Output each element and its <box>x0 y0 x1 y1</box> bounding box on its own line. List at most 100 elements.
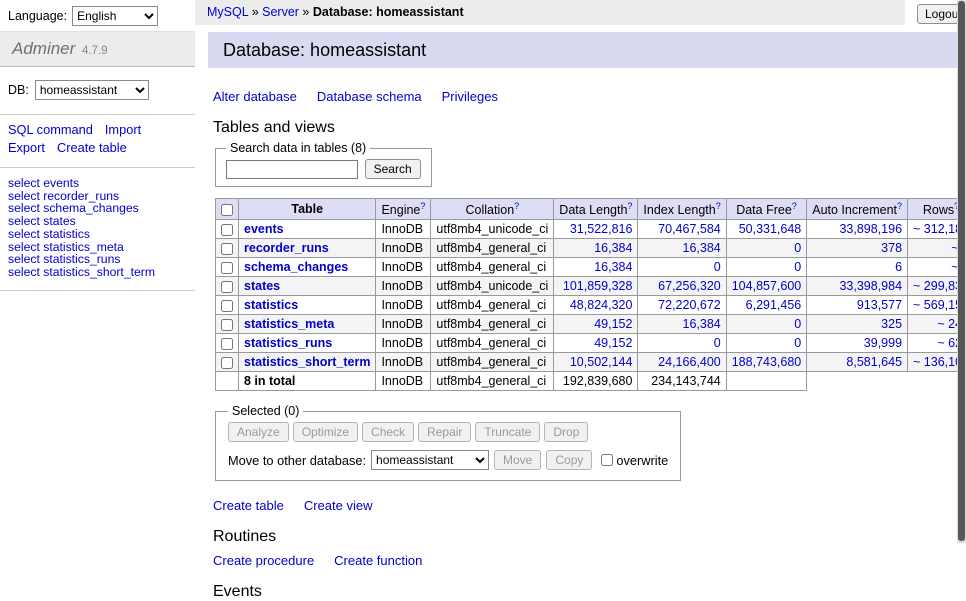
data-length-link[interactable]: 49,152 <box>594 317 632 331</box>
row-checkbox[interactable] <box>221 281 233 293</box>
row-checkbox[interactable] <box>221 243 233 255</box>
collation-cell: utf8mb4_general_ci <box>431 334 554 353</box>
data-free-link[interactable]: 0 <box>794 336 801 350</box>
breadcrumb-link[interactable]: MySQL <box>207 5 248 19</box>
table-name-link[interactable]: statistics <box>244 298 298 312</box>
table-name-link[interactable]: statistics_runs <box>244 336 332 350</box>
row-checkbox[interactable] <box>221 262 233 274</box>
index-length-link[interactable]: 72,220,672 <box>658 298 721 312</box>
move-label: Move to other database: <box>228 453 366 468</box>
data-free-link[interactable]: 188,743,680 <box>732 355 802 369</box>
row-checkbox[interactable] <box>221 319 233 331</box>
footer-total-cell: 8 in total <box>239 372 376 391</box>
table-name-link[interactable]: schema_changes <box>244 260 348 274</box>
row-checkbox[interactable] <box>221 357 233 369</box>
index-length-link[interactable]: 24,166,400 <box>658 355 721 369</box>
data-free-cell: 0 <box>726 239 807 258</box>
engine-cell: InnoDB <box>376 353 431 372</box>
db-action-link[interactable]: Database schema <box>317 89 422 104</box>
auto-increment-link[interactable]: 325 <box>881 317 902 331</box>
table-name-link[interactable]: recorder_runs <box>244 241 329 255</box>
index-length-link[interactable]: 16,384 <box>683 241 721 255</box>
db-action-link[interactable]: Alter database <box>213 89 297 104</box>
routine-link[interactable]: Create procedure <box>213 553 314 568</box>
column-header-table: Table <box>239 199 376 220</box>
auto-increment-link[interactable]: 39,999 <box>864 336 902 350</box>
column-help-link[interactable]: ? <box>627 201 632 211</box>
table-name-link[interactable]: events <box>244 222 284 236</box>
sidebar-action-link[interactable]: Create table <box>57 140 127 155</box>
db-select[interactable]: homeassistant <box>35 80 149 100</box>
search-input[interactable] <box>226 160 358 179</box>
data-free-link[interactable]: 0 <box>794 317 801 331</box>
routines-title: Routines <box>213 527 966 546</box>
row-checkbox[interactable] <box>221 224 233 236</box>
footer-data-free-cell <box>726 372 807 391</box>
row-checkbox[interactable] <box>221 338 233 350</box>
auto-increment-cell: 8,581,645 <box>807 353 908 372</box>
events-title: Events <box>213 582 966 601</box>
move-db-select[interactable]: homeassistant <box>371 450 489 470</box>
bulk-optimize-button[interactable]: Optimize <box>293 422 358 442</box>
data-length-link[interactable]: 16,384 <box>594 241 632 255</box>
table-name-link[interactable]: statistics_meta <box>244 317 334 331</box>
auto-increment-link[interactable]: 8,581,645 <box>846 355 902 369</box>
scrollbar-thumb[interactable] <box>958 1 965 541</box>
data-free-link[interactable]: 104,857,600 <box>732 279 802 293</box>
bulk-repair-button[interactable]: Repair <box>418 422 471 442</box>
language-select[interactable]: English <box>72 6 158 26</box>
routine-link[interactable]: Create function <box>334 553 422 568</box>
column-help-link[interactable]: ? <box>420 201 425 211</box>
table-name-link[interactable]: statistics_short_term <box>244 355 370 369</box>
sidebar-action-link[interactable]: Import <box>105 122 141 137</box>
column-help-link[interactable]: ? <box>897 201 902 211</box>
column-help-link[interactable]: ? <box>514 201 519 211</box>
column-help-link[interactable]: ? <box>792 201 797 211</box>
bulk-truncate-button[interactable]: Truncate <box>475 422 540 442</box>
auto-increment-cell: 6 <box>807 258 908 277</box>
data-length-link[interactable]: 49,152 <box>594 336 632 350</box>
sidebar-table-link[interactable]: select statistics_short_term <box>8 265 155 279</box>
copy-button[interactable]: Copy <box>546 450 592 470</box>
column-help-link[interactable]: ? <box>716 201 721 211</box>
row-select-cell <box>216 277 239 296</box>
auto-increment-link[interactable]: 6 <box>895 260 902 274</box>
auto-increment-link[interactable]: 913,577 <box>857 298 902 312</box>
auto-increment-link[interactable]: 33,898,196 <box>839 222 902 236</box>
data-length-link[interactable]: 16,384 <box>594 260 632 274</box>
auto-increment-cell: 378 <box>807 239 908 258</box>
data-free-link[interactable]: 0 <box>794 241 801 255</box>
row-checkbox[interactable] <box>221 300 233 312</box>
create-link[interactable]: Create view <box>304 498 373 513</box>
move-button[interactable]: Move <box>494 450 541 470</box>
index-length-link[interactable]: 70,467,584 <box>658 222 721 236</box>
db-action-link[interactable]: Privileges <box>442 89 498 104</box>
search-button[interactable]: Search <box>365 159 421 179</box>
sidebar-action-link[interactable]: SQL command <box>8 122 93 137</box>
breadcrumb-link[interactable]: Server <box>262 5 299 19</box>
data-free-link[interactable]: 50,331,648 <box>739 222 802 236</box>
table-name-link[interactable]: states <box>244 279 280 293</box>
breadcrumb: MySQL » Server » Database: homeassistant <box>195 0 905 25</box>
overwrite-checkbox[interactable] <box>601 454 613 466</box>
index-length-link[interactable]: 67,256,320 <box>658 279 721 293</box>
sidebar-action-link[interactable]: Export <box>8 140 45 155</box>
index-length-link[interactable]: 0 <box>714 260 721 274</box>
select-all-checkbox[interactable] <box>221 204 233 216</box>
data-length-link[interactable]: 48,824,320 <box>570 298 633 312</box>
data-length-link[interactable]: 10,502,144 <box>570 355 633 369</box>
adminer-logo[interactable]: Adminer <box>12 39 75 58</box>
bulk-analyze-button[interactable]: Analyze <box>228 422 289 442</box>
bulk-drop-button[interactable]: Drop <box>544 422 588 442</box>
bulk-check-button[interactable]: Check <box>362 422 414 442</box>
index-length-link[interactable]: 0 <box>714 336 721 350</box>
auto-increment-link[interactable]: 33,398,984 <box>839 279 902 293</box>
index-length-link[interactable]: 16,384 <box>683 317 721 331</box>
create-link[interactable]: Create table <box>213 498 284 513</box>
data-free-link[interactable]: 0 <box>794 260 801 274</box>
auto-increment-link[interactable]: 378 <box>881 241 902 255</box>
data-length-link[interactable]: 31,522,816 <box>570 222 633 236</box>
data-free-link[interactable]: 6,291,456 <box>746 298 802 312</box>
data-length-link[interactable]: 101,859,328 <box>563 279 633 293</box>
vertical-scrollbar[interactable] <box>957 0 966 543</box>
